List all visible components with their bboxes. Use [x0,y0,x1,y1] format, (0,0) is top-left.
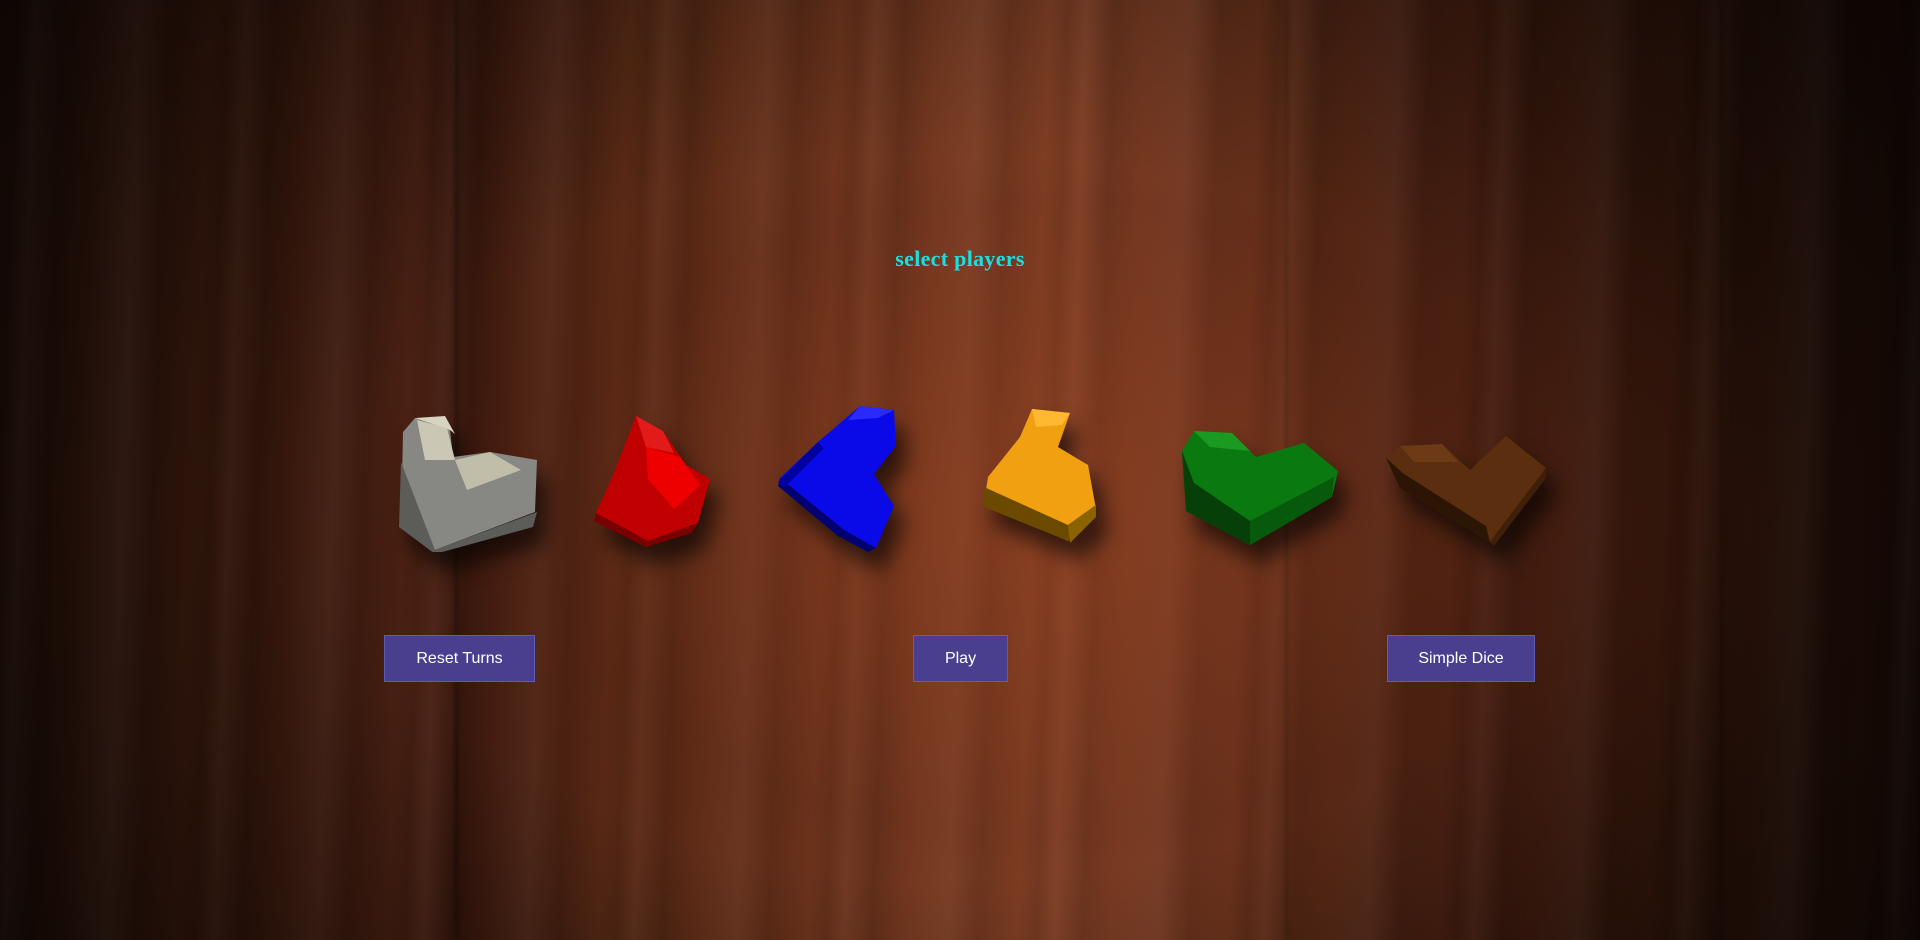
player-piece-white[interactable] [395,412,545,552]
player-piece-red[interactable] [588,413,718,548]
player-piece-brown[interactable] [1378,428,1548,548]
reset-turns-button[interactable]: Reset Turns [384,635,535,682]
player-piece-green[interactable] [1180,425,1340,550]
wood-grain-line [1720,0,1723,940]
player-piece-orange[interactable] [980,407,1100,547]
simple-dice-button[interactable]: Simple Dice [1387,635,1535,682]
play-button[interactable]: Play [913,635,1008,682]
table-vignette [0,0,1920,940]
player-piece-blue[interactable] [778,402,908,552]
page-title: select players [895,246,1025,271]
